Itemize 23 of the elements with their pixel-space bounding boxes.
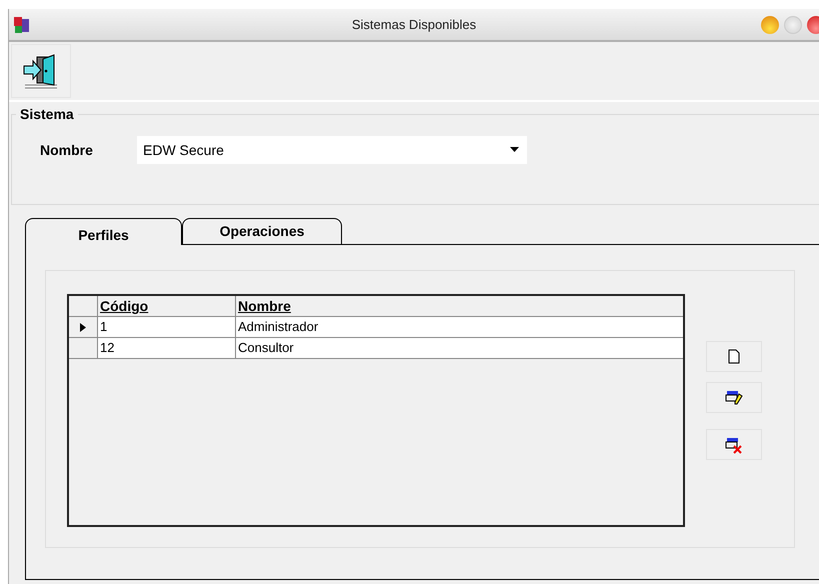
- table-cell-text: Administrador: [237, 318, 320, 336]
- tab[interactable]: Perfiles: [25, 218, 182, 245]
- system-dropdown[interactable]: EDW Secure: [137, 136, 527, 164]
- edit-button[interactable]: [706, 382, 762, 413]
- row-selector[interactable]: [69, 317, 98, 337]
- table-cell-text: Consultor: [237, 339, 295, 357]
- app-logo-icon: [13, 16, 31, 34]
- exit-button[interactable]: [11, 44, 71, 98]
- group-title: Sistema: [19, 106, 75, 122]
- current-row-icon: [80, 322, 86, 332]
- edit-record-icon: [725, 388, 743, 406]
- tab[interactable]: Operaciones: [182, 218, 342, 244]
- column-header[interactable]: Código: [98, 296, 236, 316]
- delete-record-icon: [725, 436, 743, 454]
- dropdown-arrow-icon: [510, 147, 519, 152]
- window-title: Sistemas Disponibles: [350, 17, 478, 32]
- table-cell: 12: [98, 338, 236, 358]
- delete-button[interactable]: [706, 429, 762, 460]
- blank-page-icon: [728, 349, 740, 364]
- new-button[interactable]: [706, 341, 762, 372]
- field-label: Nombre: [40, 142, 94, 158]
- column-header[interactable]: Nombre: [236, 296, 683, 316]
- table-cell: 1: [98, 317, 236, 337]
